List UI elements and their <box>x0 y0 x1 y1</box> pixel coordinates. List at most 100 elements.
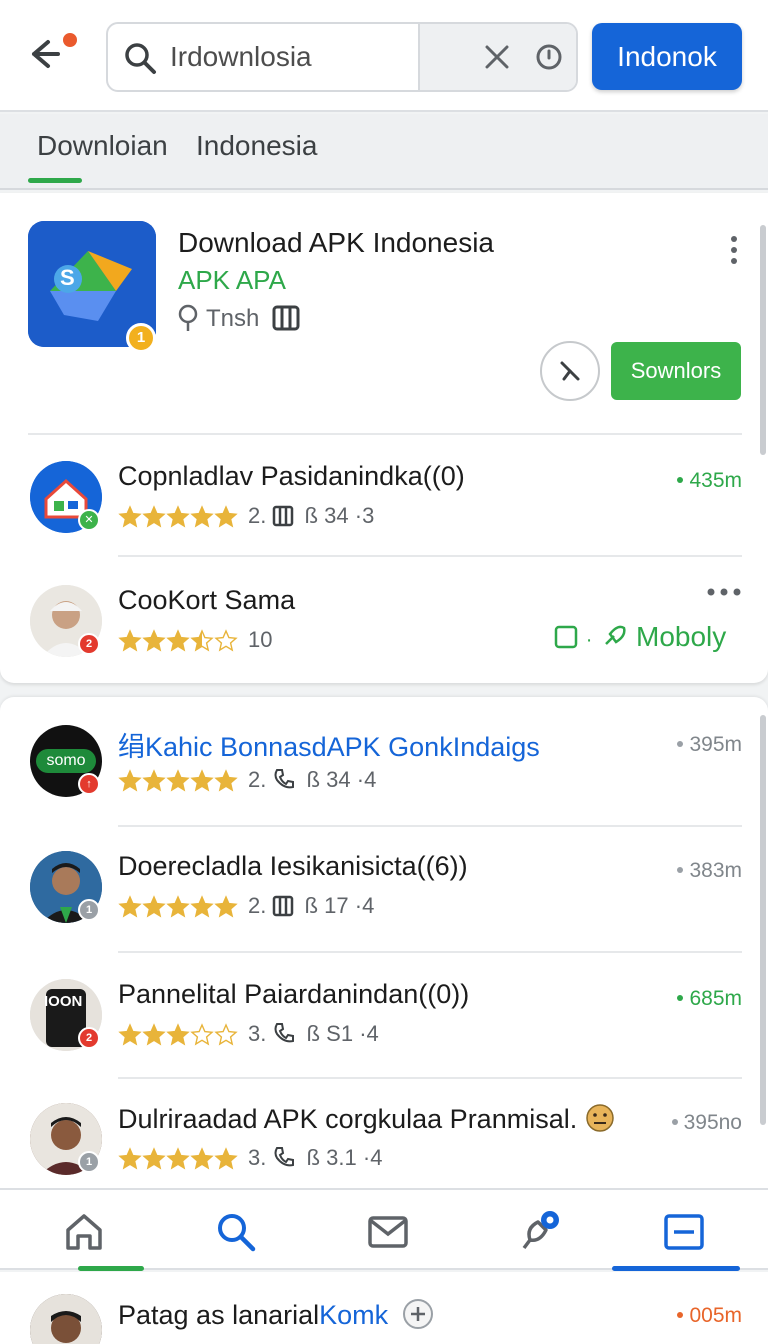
featured-badge: 1 <box>126 323 156 353</box>
app-logo-label: somo <box>36 749 96 773</box>
results-card: somo ↑ 绢Kahic BonnasdAPK GonkIndaigs 2. … <box>0 697 768 1197</box>
nav-search[interactable] <box>214 1210 258 1254</box>
star-icon <box>142 505 166 528</box>
app-meta: 3. ß S1 ·4 <box>248 1021 379 1046</box>
back-arrow-icon <box>32 40 60 68</box>
nav-indicator <box>78 1266 144 1271</box>
rating-stars <box>118 1023 238 1049</box>
tab-bar: Downloian Indonesia <box>0 114 768 190</box>
divider <box>28 433 742 435</box>
star-icon <box>118 1023 142 1046</box>
app-avatar <box>30 1294 102 1344</box>
tab-indonesia[interactable]: Indonesia <box>196 130 317 162</box>
rating-stars <box>118 895 238 921</box>
status-badge: 2 <box>78 633 100 655</box>
star-icon <box>190 769 214 792</box>
search-icon <box>125 43 156 74</box>
app-size: 685m <box>677 987 742 1011</box>
status-badge: ↑ <box>78 773 100 795</box>
star-icon <box>190 505 214 528</box>
app-meta: 2. ß 17 ·4 <box>248 893 375 918</box>
phone-icon <box>274 769 295 789</box>
star-icon <box>190 1147 214 1170</box>
rating-stars <box>118 769 238 795</box>
search-tools <box>418 24 576 90</box>
star-icon <box>214 1147 238 1170</box>
grid-icon <box>273 895 294 917</box>
close-icon[interactable] <box>482 42 512 72</box>
star-icon <box>214 1023 238 1046</box>
more-horizontal-icon[interactable] <box>706 587 742 597</box>
app-title: Pannelital Paiardanindan((0)) <box>118 979 470 1009</box>
search-input[interactable] <box>170 24 418 90</box>
app-title: Copnladlav Pasidanindka‪((0) <box>118 461 465 491</box>
featured-title[interactable]: Download APK Indonesia <box>178 227 494 259</box>
scrollbar[interactable] <box>760 715 766 1125</box>
mail-icon <box>368 1216 408 1248</box>
results-card: S 1 Download APK Indonesia APK APA Tnsh … <box>0 193 768 683</box>
nav-mail[interactable] <box>366 1210 410 1254</box>
cancel-download-button[interactable] <box>540 341 600 401</box>
search-submit-button[interactable]: Indonok <box>592 23 742 90</box>
notification-dot <box>60 30 80 50</box>
list-item[interactable]: somo ↑ 绢Kahic BonnasdAPK GonkIndaigs 2. … <box>0 721 768 841</box>
tab-downloads[interactable]: Downloian <box>37 130 168 162</box>
nav-home[interactable] <box>62 1210 106 1254</box>
search-box[interactable] <box>106 22 578 92</box>
app-title: Dulriraadad APK corgkulaa Pranmisal. <box>118 1103 615 1135</box>
notify-icon <box>522 1211 559 1250</box>
app-screen: Indonok Downloian Indonesia S 1 Download… <box>0 0 768 1344</box>
star-icon <box>166 629 190 652</box>
location-pin-icon <box>178 304 198 331</box>
nav-notifications[interactable] <box>516 1210 560 1254</box>
star-icon <box>142 895 166 918</box>
mobile-action[interactable]: · Moboly <box>554 621 726 653</box>
star-icon <box>166 1147 190 1170</box>
divider <box>118 951 742 953</box>
app-size: 435m <box>677 469 742 493</box>
status-badge: 2 <box>78 1027 100 1049</box>
nav-list[interactable] <box>662 1210 706 1254</box>
star-icon <box>118 895 142 918</box>
star-icon <box>142 629 166 652</box>
app-logo-label: IOON <box>44 993 83 1010</box>
app-meta: 2. ß 34 ·4 <box>248 767 377 792</box>
status-badge: 1 <box>78 899 100 921</box>
star-icon <box>118 629 142 652</box>
star-icon <box>190 629 214 652</box>
list-item[interactable]: 2 CooKort Sama 10 · Moboly <box>0 581 768 701</box>
download-button[interactable]: Sownlors <box>611 342 741 400</box>
scrollbar[interactable] <box>760 225 766 455</box>
square-icon <box>554 625 578 649</box>
star-icon <box>118 769 142 792</box>
divider <box>118 555 742 557</box>
star-icon <box>214 895 238 918</box>
list-item[interactable]: ✕ Copnladlav Pasidanindka‪((0) 2. ß 34 ·… <box>0 457 768 577</box>
history-icon[interactable] <box>534 42 564 72</box>
star-icon <box>142 769 166 792</box>
status-badge: ✕ <box>78 509 100 531</box>
list-item[interactable]: 1 Doerecladla Iesikanisicta((6)) 2. ß 17… <box>0 847 768 967</box>
grid-icon <box>272 305 300 331</box>
star-icon <box>214 505 238 528</box>
rating-stars <box>118 505 238 531</box>
app-title-link[interactable]: 绢Kahic BonnasdAPK GonkIndaigs <box>118 725 540 764</box>
divider <box>118 1077 742 1079</box>
person-avatar <box>30 1294 102 1344</box>
add-icon[interactable] <box>402 1298 434 1330</box>
star-icon <box>118 1147 142 1170</box>
app-meta: 2. ß 34 ·3 <box>248 503 375 528</box>
top-bar: Indonok <box>0 0 768 112</box>
app-size: 395no <box>671 1111 742 1135</box>
app-size: 005m <box>677 1304 742 1328</box>
app-meta: 3. ß 3.1 ·4 <box>248 1145 383 1170</box>
home-icon <box>66 1214 102 1250</box>
star-icon <box>190 895 214 918</box>
status-badge: 1 <box>78 1151 100 1173</box>
divider <box>118 825 742 827</box>
featured-subtitle: APK APA <box>178 265 286 295</box>
list-item[interactable]: Patag as lanarialKomk 005m <box>0 1272 768 1344</box>
more-vertical-icon[interactable] <box>720 233 748 267</box>
star-icon <box>166 1023 190 1046</box>
tab-indicator <box>28 178 82 183</box>
